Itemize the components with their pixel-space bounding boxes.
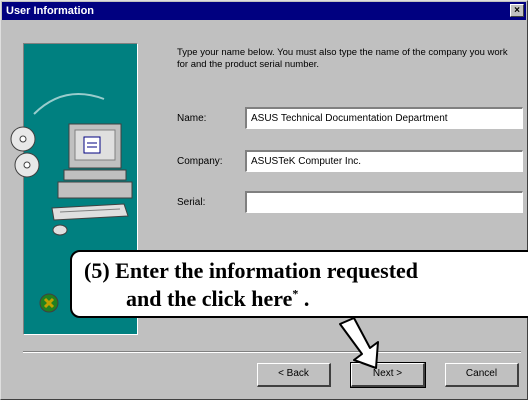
- cancel-button[interactable]: Cancel: [445, 363, 519, 387]
- serial-label: Serial:: [177, 197, 206, 208]
- cd-disc-icon: [10, 126, 40, 178]
- arrow-pointer-icon: [339, 318, 379, 369]
- title-bar[interactable]: User Information ×: [2, 2, 526, 20]
- callout-click-text: and the click here* .: [126, 286, 309, 312]
- callout-step-text: (5) Enter the information requested: [84, 258, 419, 283]
- serial-field[interactable]: [245, 191, 523, 213]
- window-title: User Information: [6, 5, 95, 17]
- company-field[interactable]: ASUSTeK Computer Inc.: [245, 150, 523, 172]
- decor-icon: [39, 293, 59, 313]
- name-field[interactable]: ASUS Technical Documentation Department: [245, 107, 523, 129]
- callout-click-label: and the click here: [126, 286, 293, 311]
- instructions-text: Type your name below. You must also type…: [177, 47, 508, 70]
- instruction-callout: (5) Enter the information requested and …: [70, 250, 528, 318]
- close-icon: ×: [514, 5, 520, 16]
- callout-period: .: [298, 286, 310, 311]
- close-button[interactable]: ×: [510, 4, 524, 17]
- name-label: Name:: [177, 113, 207, 124]
- back-button[interactable]: < Back: [257, 363, 331, 387]
- company-label: Company:: [177, 156, 223, 167]
- user-information-dialog: User Information × Type your name below.…: [0, 0, 528, 400]
- separator: [23, 351, 521, 353]
